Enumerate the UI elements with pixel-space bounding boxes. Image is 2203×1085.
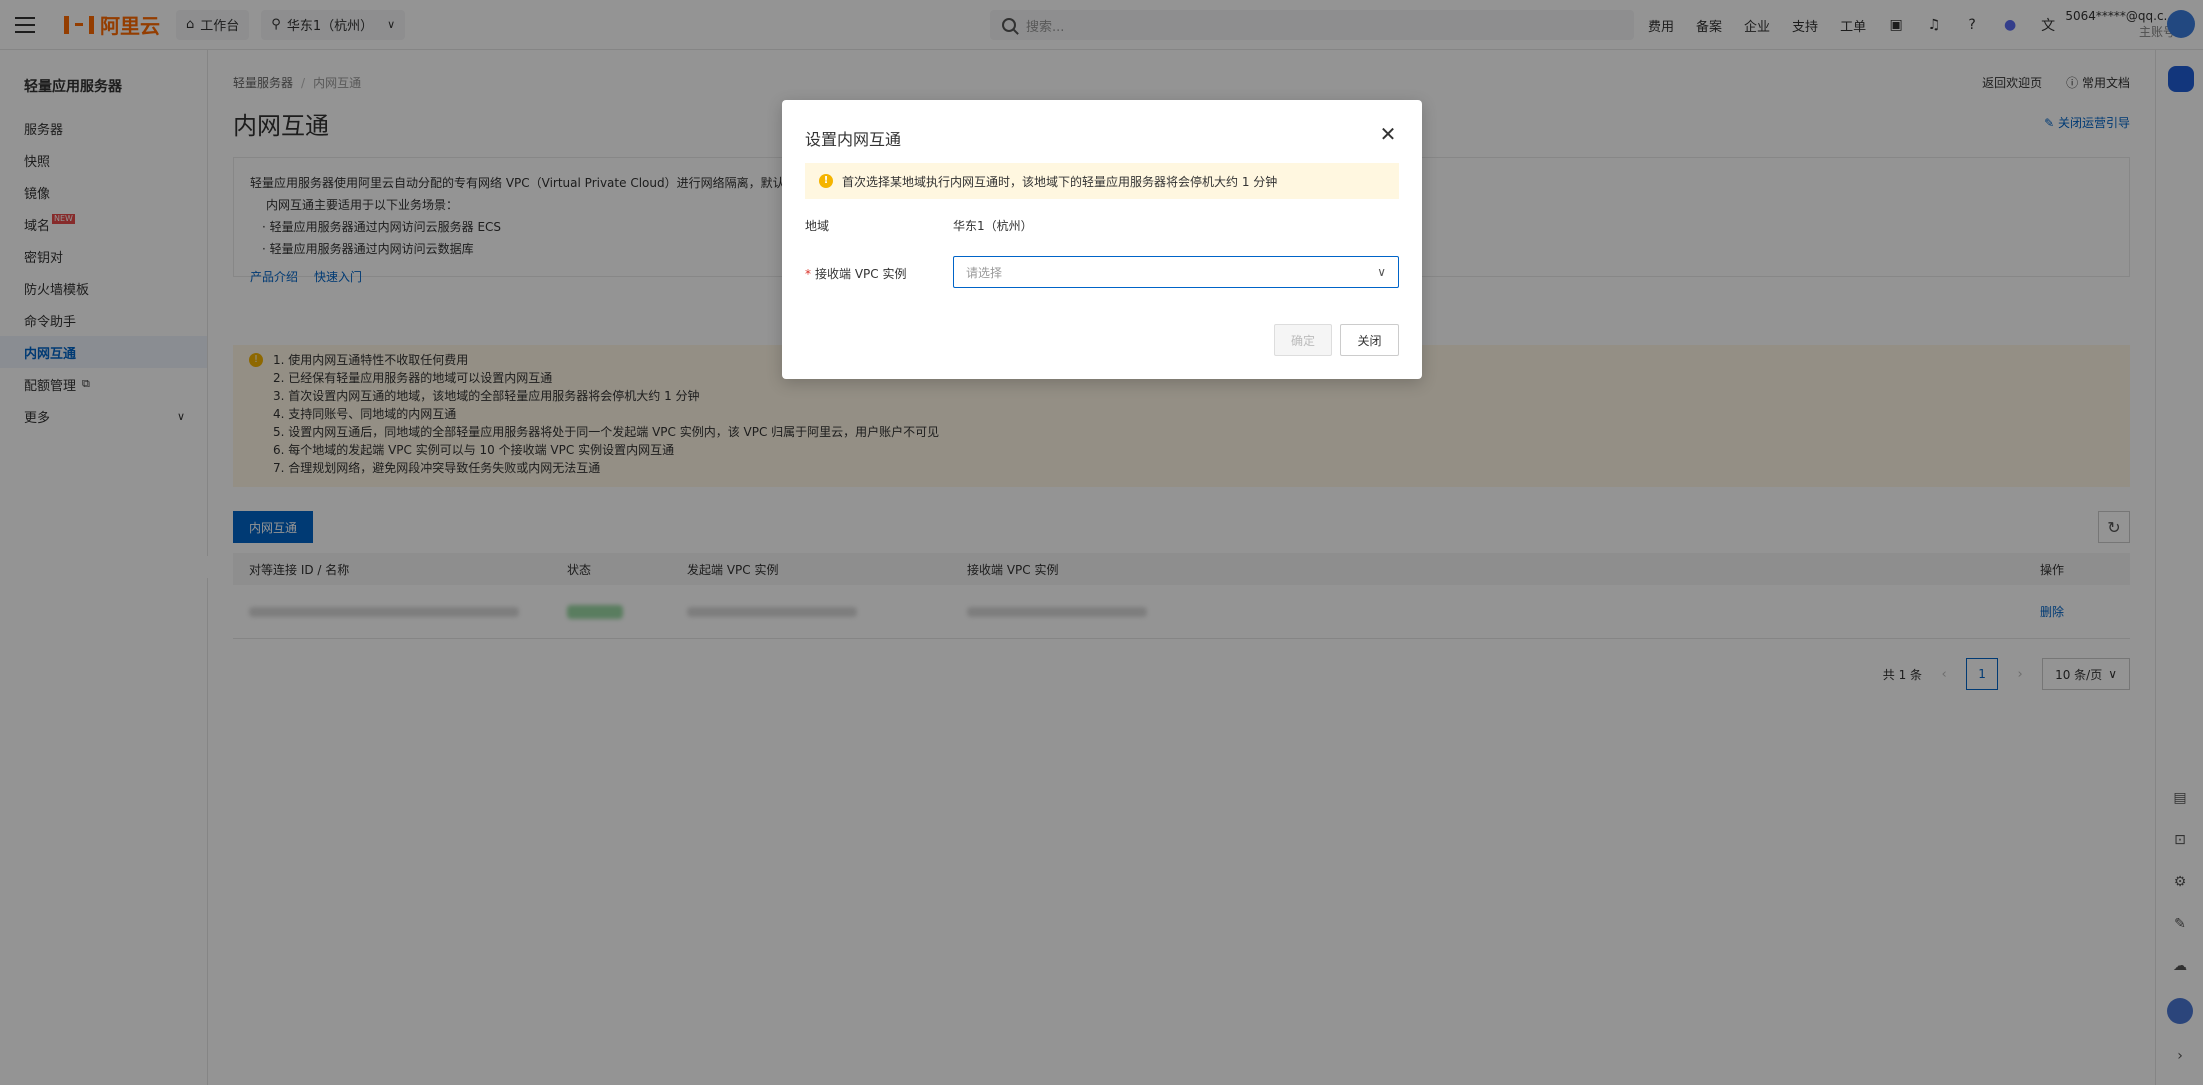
- required-icon: *: [805, 267, 811, 281]
- chevron-down-icon: ∨: [1377, 265, 1386, 279]
- confirm-button[interactable]: 确定: [1274, 324, 1332, 356]
- close-button[interactable]: 关闭: [1340, 324, 1399, 356]
- set-intranet-interconnect-dialog: 设置内网互通 ✕ ! 首次选择某地域执行内网互通时，该地域下的轻量应用服务器将会…: [782, 100, 1422, 379]
- warning-icon: !: [819, 174, 833, 188]
- close-icon[interactable]: ✕: [1378, 124, 1398, 144]
- dialog-alert: ! 首次选择某地域执行内网互通时，该地域下的轻量应用服务器将会停机大约 1 分钟: [805, 163, 1399, 199]
- alert-text: 首次选择某地域执行内网互通时，该地域下的轻量应用服务器将会停机大约 1 分钟: [842, 174, 1278, 189]
- dialog-title: 设置内网互通: [805, 130, 902, 149]
- receiver-vpc-select[interactable]: 请选择 ∨: [953, 256, 1399, 288]
- vpc-label: * 接收端 VPC 实例: [805, 267, 907, 281]
- region-label: 地域: [805, 219, 830, 233]
- region-value: 华东1（杭州）: [953, 219, 1033, 233]
